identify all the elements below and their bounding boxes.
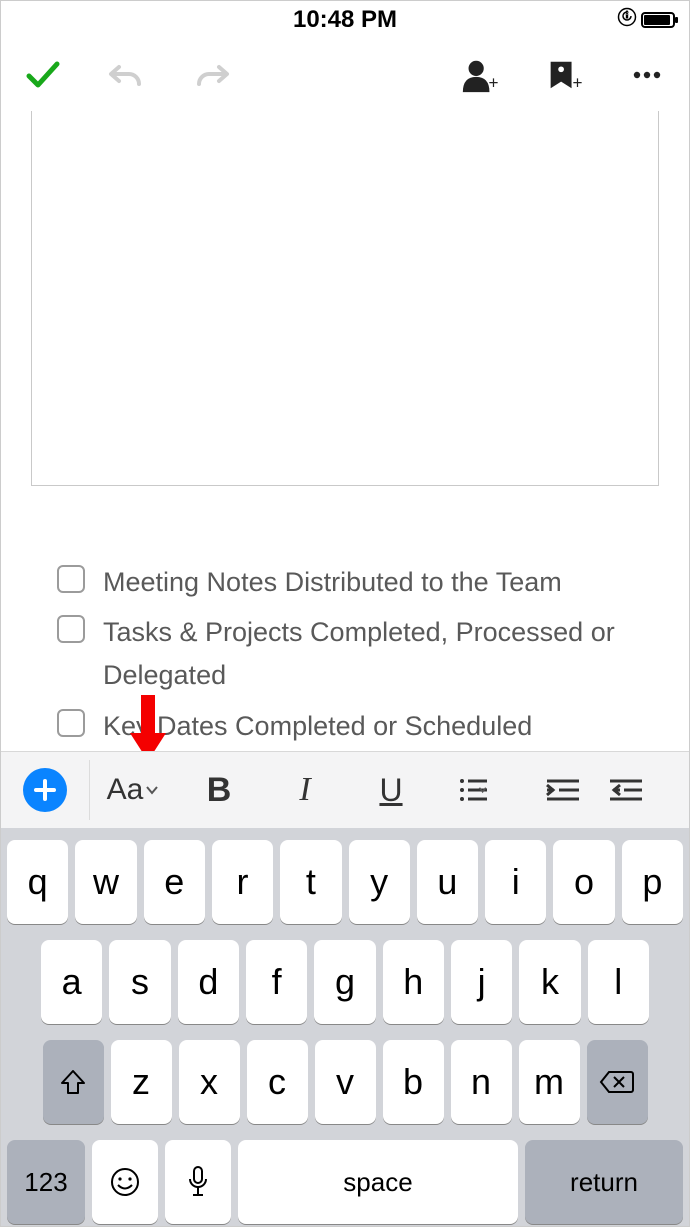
empty-content-block[interactable] bbox=[31, 111, 659, 486]
checklist-text[interactable]: Tasks & Projects Completed, Processed or… bbox=[103, 611, 659, 697]
add-attachment-button[interactable] bbox=[23, 768, 67, 812]
key-shift[interactable] bbox=[43, 1040, 104, 1124]
key-v[interactable]: v bbox=[315, 1040, 376, 1124]
key-p[interactable]: p bbox=[622, 840, 683, 924]
key-w[interactable]: w bbox=[75, 840, 136, 924]
underline-button[interactable]: U bbox=[348, 760, 434, 820]
svg-text:+: + bbox=[489, 73, 499, 92]
done-button[interactable] bbox=[21, 53, 65, 97]
key-x[interactable]: x bbox=[179, 1040, 240, 1124]
checkbox[interactable] bbox=[57, 709, 85, 737]
checklist-text[interactable]: Key Dates Completed or Scheduled bbox=[103, 705, 532, 748]
tag-button[interactable]: + bbox=[541, 53, 585, 97]
bold-button[interactable]: B bbox=[176, 760, 262, 820]
key-g[interactable]: g bbox=[314, 940, 375, 1024]
font-label: Aa bbox=[107, 773, 144, 807]
orientation-lock-icon bbox=[617, 7, 637, 32]
key-s[interactable]: s bbox=[109, 940, 170, 1024]
key-return[interactable]: return bbox=[525, 1140, 683, 1224]
indent-button[interactable] bbox=[520, 760, 606, 820]
share-user-button[interactable]: + bbox=[457, 53, 501, 97]
key-l[interactable]: l bbox=[588, 940, 649, 1024]
key-f[interactable]: f bbox=[246, 940, 307, 1024]
italic-button[interactable]: I bbox=[262, 760, 348, 820]
key-j[interactable]: j bbox=[451, 940, 512, 1024]
key-t[interactable]: t bbox=[280, 840, 341, 924]
checkbox[interactable] bbox=[57, 565, 85, 593]
more-button[interactable] bbox=[625, 53, 669, 97]
key-i[interactable]: i bbox=[485, 840, 546, 924]
key-n[interactable]: n bbox=[451, 1040, 512, 1124]
note-editor[interactable]: Meeting Notes Distributed to the Team Ta… bbox=[1, 111, 689, 785]
key-u[interactable]: u bbox=[417, 840, 478, 924]
checkbox[interactable] bbox=[57, 615, 85, 643]
undo-button[interactable] bbox=[105, 53, 149, 97]
key-b[interactable]: b bbox=[383, 1040, 444, 1124]
key-m[interactable]: m bbox=[519, 1040, 580, 1124]
checklist-item[interactable]: Key Dates Completed or Scheduled bbox=[31, 705, 659, 748]
key-numbers[interactable]: 123 bbox=[7, 1140, 85, 1224]
outdent-button[interactable] bbox=[606, 760, 646, 820]
key-q[interactable]: q bbox=[7, 840, 68, 924]
checklist-text[interactable]: Meeting Notes Distributed to the Team bbox=[103, 561, 562, 604]
key-z[interactable]: z bbox=[111, 1040, 172, 1124]
key-h[interactable]: h bbox=[383, 940, 444, 1024]
battery-icon bbox=[641, 12, 675, 28]
key-c[interactable]: c bbox=[247, 1040, 308, 1124]
key-k[interactable]: k bbox=[519, 940, 580, 1024]
key-d[interactable]: d bbox=[178, 940, 239, 1024]
checklist-item[interactable]: Meeting Notes Distributed to the Team bbox=[31, 561, 659, 604]
status-time: 10:48 PM bbox=[293, 6, 397, 34]
format-toolbar: Aa B I U bbox=[1, 751, 689, 828]
font-style-button[interactable]: Aa bbox=[90, 760, 176, 820]
keyboard: q w e r t y u i o p a s d f g h j k l z bbox=[1, 828, 689, 1226]
key-r[interactable]: r bbox=[212, 840, 273, 924]
key-a[interactable]: a bbox=[41, 940, 102, 1024]
key-y[interactable]: y bbox=[349, 840, 410, 924]
key-emoji[interactable] bbox=[92, 1140, 158, 1224]
key-e[interactable]: e bbox=[144, 840, 205, 924]
redo-button[interactable] bbox=[189, 53, 233, 97]
key-o[interactable]: o bbox=[553, 840, 614, 924]
status-bar: 10:48 PM bbox=[1, 1, 689, 39]
editor-toolbar: + + bbox=[1, 39, 689, 111]
key-space[interactable]: space bbox=[238, 1140, 518, 1224]
key-backspace[interactable] bbox=[587, 1040, 648, 1124]
checklist-item[interactable]: Tasks & Projects Completed, Processed or… bbox=[31, 611, 659, 697]
key-dictation[interactable] bbox=[165, 1140, 231, 1224]
list-button[interactable] bbox=[434, 760, 520, 820]
svg-text:+: + bbox=[573, 73, 583, 92]
